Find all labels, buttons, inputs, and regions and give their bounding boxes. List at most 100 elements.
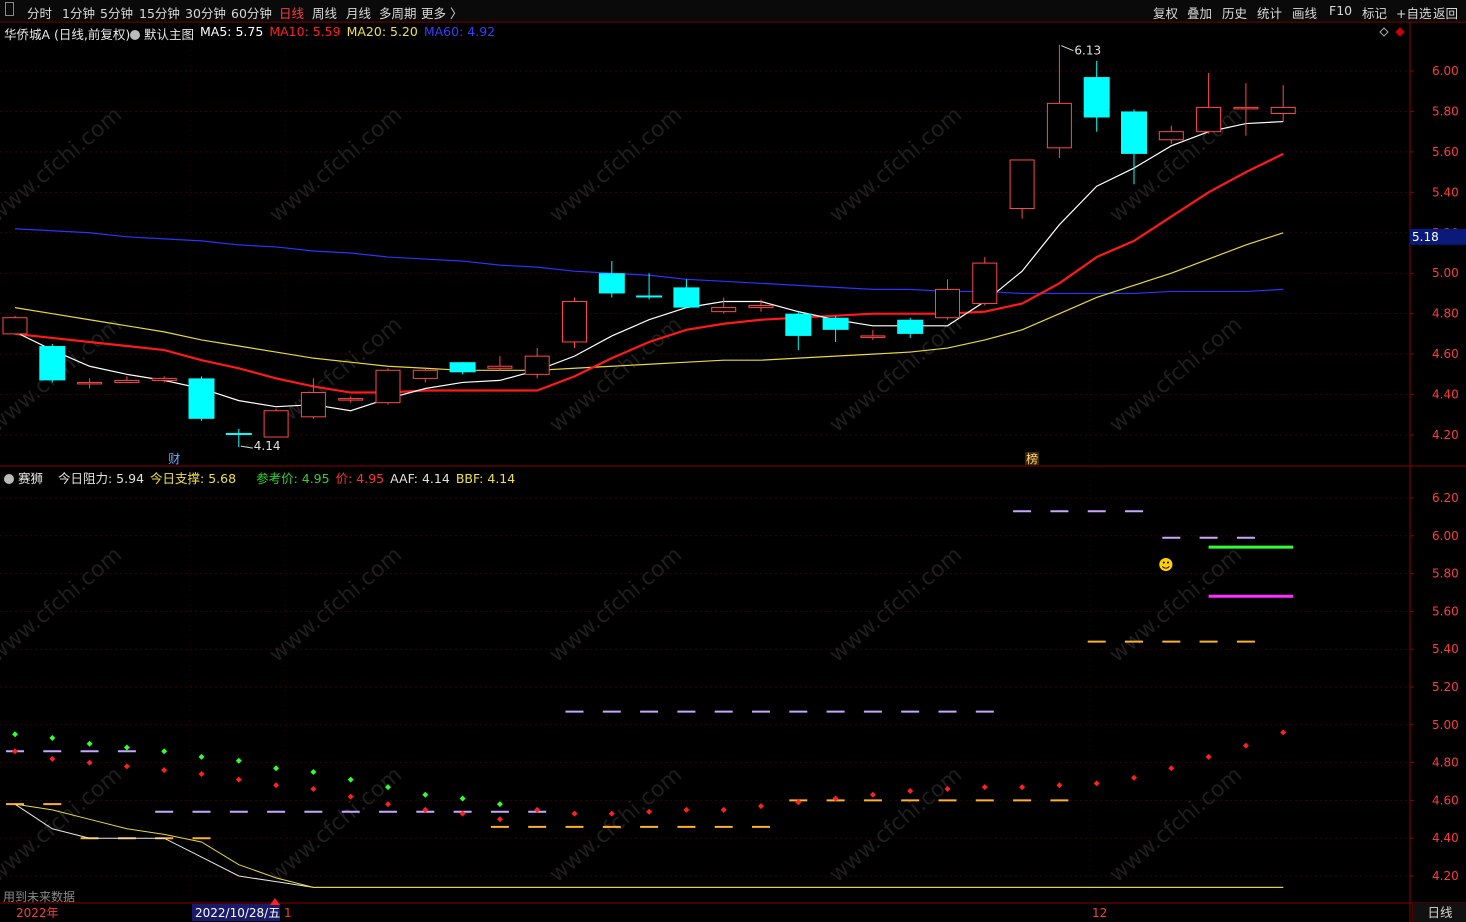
watermark: www.cfchi.com bbox=[1105, 312, 1247, 437]
red-dot bbox=[758, 803, 764, 810]
red-dot bbox=[720, 806, 727, 813]
red-dot bbox=[1168, 765, 1175, 772]
green-dot bbox=[347, 776, 354, 783]
stock-name: 华侨城A (日线,前复权) bbox=[4, 27, 131, 42]
indicator-name: 赛狮 bbox=[17, 471, 43, 486]
red-dot bbox=[683, 806, 690, 813]
time-label-month: 12 bbox=[1092, 906, 1107, 920]
red-dot bbox=[1093, 780, 1100, 787]
diamond-icon bbox=[1395, 27, 1405, 37]
red-dot bbox=[310, 786, 317, 793]
red-dot bbox=[571, 810, 578, 817]
indicator-y-tick-label: 5.20 bbox=[1432, 680, 1459, 694]
candle-body bbox=[636, 295, 663, 298]
smiley-icon: ☻ bbox=[1158, 556, 1174, 574]
candle-body bbox=[972, 262, 998, 305]
red-dot bbox=[1242, 742, 1249, 749]
watermark: www.cfchi.com bbox=[265, 762, 407, 887]
stock-title: 华侨城A (日线,前复权) bbox=[4, 24, 130, 43]
event-marker: 榜 bbox=[1026, 451, 1038, 466]
watermark: www.cfchi.com bbox=[825, 762, 967, 887]
stock-chart: 6.00 5.80 5.60 5.40 5.20 5.00 4.80 4.60 4.40 4.20… bbox=[0, 21, 1466, 922]
candle-body bbox=[263, 410, 289, 438]
red-dot bbox=[907, 787, 914, 794]
main-y-tick-label: 4.40 bbox=[1432, 388, 1459, 402]
time-label-month: 1 bbox=[284, 906, 292, 920]
ma-label-1: MA10: 5.59 bbox=[269, 24, 341, 39]
cursor-triangle-icon bbox=[270, 898, 280, 905]
candle-body bbox=[673, 287, 700, 308]
indicator-label-4: AAF: 4.14 bbox=[390, 471, 450, 486]
candle-body bbox=[748, 305, 774, 309]
indicator-legend: 今日阻力: 5.94 今日支撑: 5.68 参考价: 4.95 价: 4.95 AAF:… bbox=[58, 468, 521, 487]
watermark: www.cfchi.com bbox=[265, 102, 407, 227]
candle-body bbox=[375, 369, 401, 404]
indicator-y-tick-label: 4.60 bbox=[1432, 793, 1459, 807]
red-dot bbox=[86, 759, 93, 766]
candle-body bbox=[1009, 159, 1035, 210]
red-dot bbox=[1280, 729, 1287, 736]
candle-body bbox=[897, 319, 924, 334]
indicator-y-tick-label: 6.20 bbox=[1432, 491, 1459, 505]
main-y-tick-label: 5.80 bbox=[1432, 104, 1459, 118]
template-selector[interactable]: 默认主图 bbox=[130, 24, 194, 43]
green-dot bbox=[123, 744, 130, 751]
candle-body bbox=[598, 273, 625, 294]
ma-label-2: MA20: 5.20 bbox=[346, 24, 418, 39]
red-dot bbox=[1205, 753, 1212, 760]
watermark: www.cfchi.com bbox=[825, 312, 967, 437]
watermark: www.cfchi.com bbox=[545, 762, 687, 887]
main-y-tick-label: 4.80 bbox=[1432, 307, 1459, 321]
watermark: www.cfchi.com bbox=[825, 102, 967, 227]
candle-body bbox=[1046, 102, 1072, 149]
indicator-label-5: BBF: 4.14 bbox=[455, 471, 516, 486]
green-dot bbox=[422, 791, 429, 798]
candle-body bbox=[300, 392, 326, 418]
watermark: www.cfchi.com bbox=[545, 102, 687, 227]
red-dot bbox=[981, 784, 988, 791]
period-tab[interactable]: 日线 bbox=[1412, 903, 1466, 922]
current-price-label: 5.18 bbox=[1412, 230, 1439, 244]
ma-legend: MA5: 5.75 MA10: 5.59 MA20: 5.20 MA60: 4.92 bbox=[200, 24, 501, 39]
indicator-y-tick-label: 5.40 bbox=[1432, 642, 1459, 656]
cursor-date-label: 2022/10/28/五 bbox=[195, 906, 280, 920]
candle-body bbox=[2, 317, 28, 335]
indicator-y-tick-label: 5.00 bbox=[1432, 718, 1459, 732]
indicator-y-tick-label: 4.40 bbox=[1432, 831, 1459, 845]
ma-label-0: MA5: 5.75 bbox=[200, 24, 264, 39]
circle-dropdown-icon bbox=[4, 474, 14, 484]
low-pointer bbox=[240, 445, 253, 449]
template-label: 默认主图 bbox=[143, 27, 194, 42]
candle-body bbox=[1121, 111, 1147, 154]
red-dot bbox=[385, 801, 391, 808]
candle-body bbox=[1196, 106, 1222, 133]
red-dot bbox=[273, 782, 280, 789]
candle-body bbox=[785, 313, 812, 336]
candle-body bbox=[487, 365, 513, 369]
watermark: www.cfchi.com bbox=[0, 102, 127, 227]
candle-body bbox=[1233, 106, 1259, 110]
indicator-label-0: 今日阻力: 5.94 bbox=[58, 471, 145, 486]
indicator-title[interactable]: 赛狮 bbox=[4, 468, 43, 487]
circle-dropdown-icon bbox=[130, 30, 140, 40]
main-y-tick-label: 5.40 bbox=[1432, 185, 1459, 199]
candle-body bbox=[1158, 131, 1184, 141]
ma-label-3: MA60: 4.92 bbox=[423, 24, 496, 39]
main-y-tick-label: 4.60 bbox=[1432, 347, 1459, 361]
indicator-y-tick-label: 4.20 bbox=[1432, 869, 1459, 883]
green-dot bbox=[161, 748, 168, 755]
indicator-y-tick-label: 5.60 bbox=[1432, 604, 1459, 618]
time-label-year: 2022年 bbox=[16, 906, 59, 920]
main-y-tick-label: 4.20 bbox=[1432, 428, 1459, 442]
watermark: www.cfchi.com bbox=[1105, 762, 1247, 887]
red-dot bbox=[123, 763, 130, 770]
candle-body bbox=[711, 307, 737, 313]
red-dot bbox=[235, 776, 242, 783]
indicator-y-tick-label: 5.80 bbox=[1432, 567, 1459, 581]
low-label: 4.14 bbox=[254, 439, 281, 453]
diamond-icon bbox=[1379, 27, 1389, 37]
watermark: www.cfchi.com bbox=[0, 542, 127, 667]
red-dot bbox=[49, 755, 56, 762]
high-pointer bbox=[1061, 45, 1074, 52]
bbf-line bbox=[14, 803, 1284, 888]
